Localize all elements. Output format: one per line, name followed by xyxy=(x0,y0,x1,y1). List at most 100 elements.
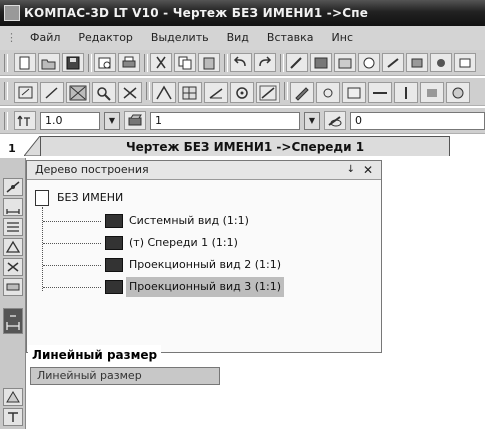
app-icon xyxy=(4,5,20,21)
menu-item-file[interactable]: Файл xyxy=(21,26,69,50)
layer-field[interactable]: 1 xyxy=(150,112,300,130)
toolbar-button[interactable] xyxy=(316,82,340,103)
print-preview-button[interactable] xyxy=(94,53,116,72)
style-field[interactable]: 0 xyxy=(350,112,485,130)
geometry-tool-button[interactable] xyxy=(3,178,23,196)
menu-item-select[interactable]: Выделить xyxy=(142,26,218,50)
zoom-in-button[interactable] xyxy=(40,82,64,103)
measure-tool-button[interactable] xyxy=(3,278,23,296)
toolbar-grip xyxy=(4,82,8,100)
menu-item-insert[interactable]: Вставка xyxy=(258,26,323,50)
manager-button[interactable] xyxy=(310,53,332,72)
view-icon xyxy=(105,258,123,272)
toolbar-separator xyxy=(284,82,288,100)
toolbar-separator xyxy=(146,82,150,100)
zoom-scale-button[interactable] xyxy=(92,82,116,103)
snap-center-button[interactable] xyxy=(230,82,254,103)
standard-toolbar xyxy=(0,50,485,76)
tree-item-projection-view-2[interactable]: Проекционный вид 2 (1:1) xyxy=(43,255,373,275)
tree-connector xyxy=(43,265,101,266)
toolbar-button[interactable] xyxy=(368,82,392,103)
open-button[interactable] xyxy=(38,53,60,72)
tooltip-description: Линейный размер xyxy=(30,367,220,385)
print-button[interactable] xyxy=(118,53,140,72)
dimension-tool-button[interactable] xyxy=(3,198,23,216)
menu-bar: ⋮ Файл Редактор Выделить Вид Вставка Инс xyxy=(0,26,485,50)
menu-item-edit[interactable]: Редактор xyxy=(69,26,142,50)
designation-tool-button[interactable] xyxy=(3,218,23,236)
tooltip-title: Линейный размер xyxy=(28,345,162,365)
tree-item-front-view[interactable]: (т) Спереди 1 (1:1) xyxy=(43,233,373,253)
pin-icon[interactable]: ↓ xyxy=(347,161,355,179)
layers-button[interactable] xyxy=(334,53,356,72)
toolbar-button[interactable] xyxy=(342,82,366,103)
paste-button[interactable] xyxy=(198,53,220,72)
pencil-button[interactable] xyxy=(290,82,314,103)
toolbar-separator xyxy=(224,54,228,72)
properties-button[interactable] xyxy=(286,53,308,72)
toolbar-button[interactable] xyxy=(454,53,476,72)
document-tab[interactable]: Чертеж БЕЗ ИМЕНИ1 ->Спереди 1 xyxy=(40,136,450,156)
snap-grid-button[interactable] xyxy=(178,82,202,103)
redo-button[interactable] xyxy=(254,53,276,72)
snap-line-button[interactable] xyxy=(256,82,280,103)
copy-button[interactable] xyxy=(174,53,196,72)
layer-dropdown-arrow[interactable]: ▼ xyxy=(304,112,320,130)
properties-toolbar: 1.0 ▼ 1 ▼ 0 xyxy=(0,108,485,134)
toolbar-separator xyxy=(280,54,284,72)
toolbar-button[interactable] xyxy=(382,53,404,72)
menu-item-view[interactable]: Вид xyxy=(218,26,258,50)
toolbar-button[interactable] xyxy=(406,53,428,72)
tree-root-label: БЕЗ ИМЕНИ xyxy=(57,191,124,204)
scale-field[interactable]: 1.0 xyxy=(40,112,100,130)
tree-connector xyxy=(43,287,101,288)
menu-item-tools[interactable]: Инс xyxy=(323,26,362,50)
layer-icon xyxy=(124,111,146,130)
linear-dimension-button[interactable] xyxy=(3,308,23,334)
compact-toolbar xyxy=(0,158,26,429)
edit-tool-button[interactable] xyxy=(3,238,23,256)
close-icon[interactable]: ✕ xyxy=(363,161,373,179)
scale-dropdown-arrow[interactable]: ▼ xyxy=(104,112,120,130)
tree-item-label: Проекционный вид 3 (1:1) xyxy=(126,277,284,297)
undo-button[interactable] xyxy=(230,53,252,72)
text-tool-button[interactable] xyxy=(3,408,23,426)
view-icon xyxy=(105,280,123,294)
toolbar-button[interactable] xyxy=(394,82,418,103)
drawing-canvas[interactable] xyxy=(382,158,485,429)
document-icon xyxy=(35,190,49,206)
snap-angle-button[interactable] xyxy=(204,82,228,103)
new-document-button[interactable] xyxy=(14,53,36,72)
tree-item-label: Проекционный вид 2 (1:1) xyxy=(129,258,281,271)
tree-panel-header: Дерево построения ↓ ✕ xyxy=(27,161,381,180)
construction-tree-panel: Дерево построения ↓ ✕ БЕЗ ИМЕНИ Системны… xyxy=(26,160,382,353)
view-icon xyxy=(105,214,123,228)
menu-grip: ⋮ xyxy=(6,31,17,44)
view-icon xyxy=(105,236,123,250)
tree-item-label: Системный вид (1:1) xyxy=(129,214,249,227)
zoom-window-button[interactable] xyxy=(14,82,38,103)
view-toolbar xyxy=(0,78,485,106)
toolbar-grip xyxy=(4,54,8,72)
snap-nearest-button[interactable] xyxy=(152,82,176,103)
scale-icon xyxy=(14,111,36,130)
toolbar-button[interactable] xyxy=(446,82,470,103)
window-title: КОМПАС-3D LT V10 - Чертеж БЕЗ ИМЕНИ1 ->С… xyxy=(24,6,369,20)
tree-connector xyxy=(43,243,101,244)
tree-item-projection-view-3[interactable]: Проекционный вид 3 (1:1) xyxy=(43,277,373,297)
tree-connector xyxy=(43,221,101,222)
help-button[interactable] xyxy=(358,53,380,72)
app-window: КОМПАС-3D LT V10 - Чертеж БЕЗ ИМЕНИ1 ->С… xyxy=(0,0,485,429)
cut-button[interactable] xyxy=(150,53,172,72)
toolbar-button[interactable] xyxy=(430,53,452,72)
toolbar-separator xyxy=(144,54,148,72)
triangle-tool-button[interactable] xyxy=(3,388,23,406)
parametrization-tool-button[interactable] xyxy=(3,258,23,276)
tab-number: 1 xyxy=(8,142,16,155)
toolbar-button[interactable] xyxy=(420,82,444,103)
save-button[interactable] xyxy=(62,53,84,72)
pan-button[interactable] xyxy=(118,82,142,103)
zoom-all-button[interactable] xyxy=(66,82,90,103)
tree-item-system-view[interactable]: Системный вид (1:1) xyxy=(43,211,373,231)
toolbar-separator xyxy=(88,54,92,72)
